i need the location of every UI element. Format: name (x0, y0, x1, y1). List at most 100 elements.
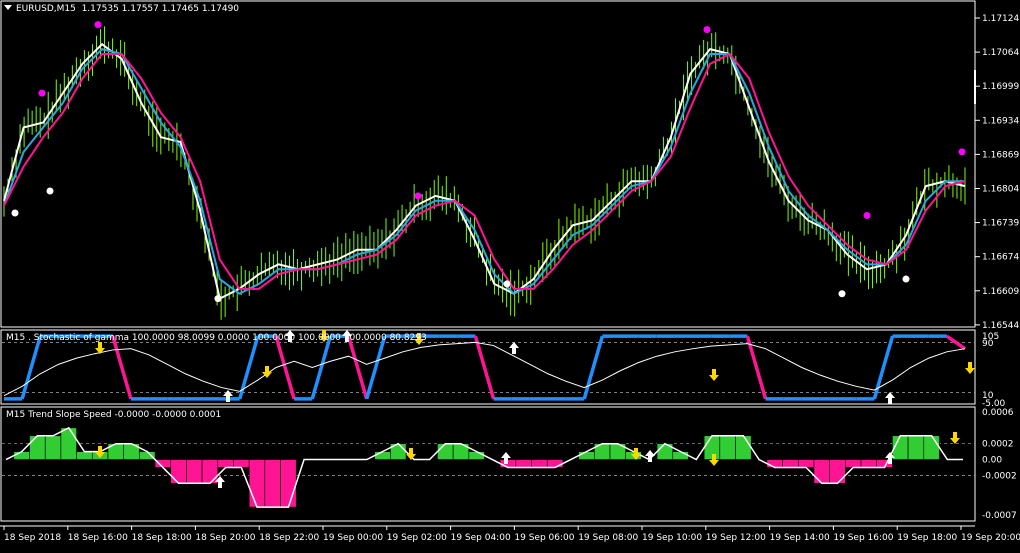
time-axis-label: 19 Sep 00:00 (323, 533, 383, 543)
price-axis-label: 1.16869 (982, 150, 1019, 160)
slope-axis-label: -0.0007 (982, 511, 1017, 521)
time-axis-label: 19 Sep 06:00 (514, 533, 574, 543)
slope-bar-negative (233, 459, 250, 468)
stoch-window-title: M15 . Stochastic of gamma 100.0000 98.00… (6, 333, 427, 343)
slope-bar-negative (515, 459, 532, 468)
symbol-dropdown-icon[interactable] (4, 5, 12, 10)
stoch-main-segment (745, 335, 768, 400)
time-axis-label: 19 Sep 04:00 (451, 533, 511, 543)
slope-bar-negative (782, 459, 799, 468)
swing-high-dot (94, 21, 102, 29)
time-axis-label: 18 Sep 20:00 (195, 533, 255, 543)
swing-high-dot (863, 211, 871, 219)
slope-bar-positive (76, 451, 93, 460)
slope-bar-negative (201, 459, 219, 484)
buy-arrow-icon (885, 392, 895, 404)
swing-high-dot (414, 192, 422, 200)
time-axis-label: 19 Sep 10:00 (642, 533, 702, 543)
slope-window-title: M15 Trend Slope Speed -0.0000 -0.0000 0.… (6, 410, 222, 420)
swing-low-dot (214, 295, 222, 303)
stoch-main-segment (111, 335, 133, 400)
stoch-main-segment (872, 335, 895, 400)
slope-axis-label: 0.0002 (982, 440, 1014, 450)
sell-arrow-icon (965, 362, 975, 374)
stoch-main-segment (582, 335, 605, 400)
mt4-chart-window[interactable]: 1.17124 1.17064 1.16999 1.16934 1.16869 1.168… (0, 0, 1020, 549)
buy-arrow-icon (645, 450, 655, 462)
slope-bar-negative (264, 459, 281, 508)
swing-high-dot (703, 26, 711, 34)
slope-bar-positive (44, 435, 62, 460)
slope-bar-positive (29, 435, 46, 460)
sell-arrow-icon (406, 448, 416, 460)
slope-bar-negative (217, 459, 234, 468)
swing-low-dot (503, 280, 511, 288)
time-axis-label: 19 Sep 14:00 (770, 533, 830, 543)
price-axis-label: 1.16934 (982, 116, 1019, 126)
swing-high-dot (958, 148, 966, 156)
slope-bar-positive (13, 451, 30, 460)
slope-bar-negative (280, 459, 297, 508)
slope-axis-label: -0.0002 (982, 471, 1017, 481)
slope-bar-negative (499, 459, 517, 468)
main-window-frame (0, 0, 976, 328)
sell-arrow-icon (950, 432, 960, 444)
slope-bar-negative (248, 459, 266, 508)
chart-canvas[interactable]: 1.17124 1.17064 1.16999 1.16934 1.16869 1.168… (0, 0, 1020, 549)
swing-high-dot (38, 89, 46, 97)
slope-bar-negative (186, 459, 203, 484)
main-window-title: EURUSD,M15 1.17535 1.17557 1.17465 1.174… (16, 4, 239, 14)
price-axis-label: 1.16609 (982, 287, 1019, 297)
slope-axis-label: 0.0006 (982, 408, 1014, 418)
stoch-main-segment (274, 335, 296, 400)
time-axis-label: 19 Sep 20:00 (961, 533, 1020, 543)
stoch-main-segment (364, 335, 387, 400)
time-axis-label: 19 Sep 08:00 (578, 533, 638, 543)
price-axis-label: 1.17064 (982, 48, 1019, 58)
slope-bar-positive (437, 443, 454, 460)
slope-bar-positive (735, 435, 752, 460)
price-axis-label: 1.17124 (982, 14, 1019, 24)
price-axis-label: 1.16739 (982, 219, 1019, 229)
slope-bar-positive (923, 435, 940, 460)
slope-bar-negative (845, 459, 862, 468)
slope-bar-positive (719, 435, 736, 460)
slope-bar-negative (154, 459, 172, 468)
slope-bar-positive (672, 451, 689, 460)
slope-bar-positive (703, 435, 721, 460)
time-axis-label: 18 Sep 22:00 (259, 533, 319, 543)
time-axis-label: 18 Sep 18:00 (132, 533, 192, 543)
swing-low-dot (902, 275, 910, 283)
slope-bar-positive (374, 451, 391, 460)
slope-bar-negative (860, 459, 878, 468)
stoch-main-segment (20, 335, 42, 400)
sell-arrow-icon (709, 369, 719, 381)
ohlc-values: 1.17535 1.17557 1.17465 1.17490 (81, 4, 240, 14)
slope-bar-positive (60, 427, 77, 460)
slope-bar-positive (468, 451, 485, 460)
swing-low-dot (838, 290, 846, 298)
swing-low-dot (11, 209, 19, 217)
stoch-main-segment (346, 335, 369, 400)
time-axis-label: 19 Sep 16:00 (833, 533, 893, 543)
time-axis-label: 19 Sep 18:00 (897, 533, 957, 543)
slope-bar-positive (578, 451, 595, 460)
white-step-line (3, 42, 966, 301)
blue-ma-line (3, 48, 965, 295)
symbol-timeframe: EURUSD,M15 (16, 4, 76, 14)
price-axis-label: 1.16674 (982, 253, 1019, 263)
slope-bar-negative (766, 459, 783, 468)
price-axis-label: 1.16999 (982, 82, 1019, 92)
stoch-main-segment (310, 335, 333, 400)
slope-bar-negative (829, 459, 846, 484)
time-axis-label: 19 Sep 12:00 (706, 533, 766, 543)
slope-bar-negative (546, 459, 564, 468)
time-axis-label: 18 Sep 2018 (4, 533, 61, 543)
time-axis-label: 19 Sep 02:00 (387, 533, 447, 543)
slope-axis-label: 0.00 (982, 456, 1002, 466)
slope-bar-positive (139, 451, 156, 460)
slope-bar-negative (813, 459, 830, 484)
price-axis-label: 1.16804 (982, 185, 1019, 195)
price-axis-label: 1.16544 (982, 321, 1019, 331)
stoch-axis-label: 90 (982, 339, 994, 349)
